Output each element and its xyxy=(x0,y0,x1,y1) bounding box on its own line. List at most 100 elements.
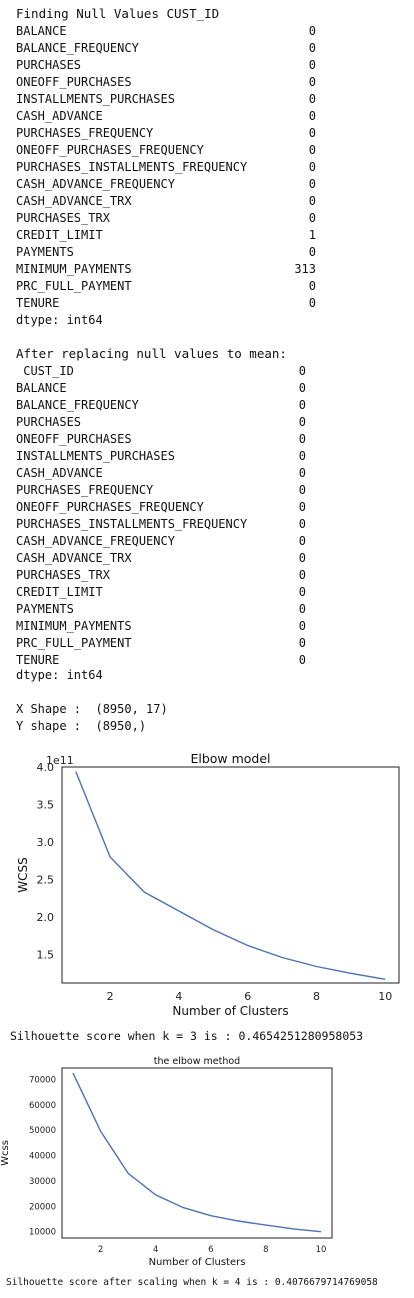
column-name: CREDIT_LIMIT xyxy=(16,228,103,242)
plot-frame xyxy=(61,766,400,984)
null-count: 0 xyxy=(308,58,316,72)
y-axis-label: Wcss xyxy=(0,1140,11,1166)
null-count: 0 xyxy=(298,449,306,463)
x-shape-output: X Shape : (8950, 17) xyxy=(16,702,168,716)
column-name: CREDIT_LIMIT xyxy=(16,585,103,599)
null-count: 0 xyxy=(298,466,306,480)
plot-frame xyxy=(61,1067,333,1239)
y-tick-label: 40000 xyxy=(29,1152,56,1162)
y-axis-label: WCSS xyxy=(16,857,30,892)
column-name: PAYMENTS xyxy=(16,245,74,259)
column-name: ONEOFF_PURCHASES xyxy=(16,75,132,89)
x-axis-label: Number of Clusters xyxy=(172,1004,288,1018)
column-name: PURCHASES xyxy=(16,58,82,72)
after-replace-header: After replacing null values to mean: xyxy=(16,346,287,361)
series-line xyxy=(72,1072,322,1233)
null-count: 0 xyxy=(298,653,306,667)
chart-title: the elbow method xyxy=(154,1056,240,1067)
y-tick-label: 2.5 xyxy=(37,873,55,886)
y-tick-label: 30000 xyxy=(29,1177,56,1187)
column-name: PURCHASES xyxy=(16,415,82,429)
y-tick-label: 20000 xyxy=(29,1202,56,1212)
silhouette-score-1: Silhouette score when k = 3 is : 0.46542… xyxy=(10,1029,364,1043)
column-name: PURCHASES_FREQUENCY xyxy=(16,483,154,497)
elbow-model-chart: Elbow model2 4 6 8 101.52.02.53.03.54.01e11N… xyxy=(16,751,400,1018)
column-name: TENURE xyxy=(16,296,60,310)
null-count: 0 xyxy=(298,381,306,395)
column-name: CASH_ADVANCE_FREQUENCY xyxy=(16,534,175,548)
x-tick-label: 10 xyxy=(316,1245,327,1255)
null-count: 0 xyxy=(308,245,316,259)
column-name: INSTALLMENTS_PURCHASES xyxy=(16,449,175,463)
column-name: CASH_ADVANCE xyxy=(16,109,103,123)
x-tick-label: 10 xyxy=(378,990,392,1003)
null-count: 0 xyxy=(298,432,306,446)
y-shape-output: Y shape : (8950,) xyxy=(16,719,147,733)
column-name: BALANCE xyxy=(16,381,67,395)
y-tick-label: 50000 xyxy=(29,1126,56,1136)
column-name: PRC_FULL_PAYMENT xyxy=(16,279,132,293)
chart-title: Elbow model xyxy=(190,751,270,766)
null-count: 0 xyxy=(308,75,316,89)
y-offset-label: 1e11 xyxy=(46,754,74,767)
column-name: BALANCE_FREQUENCY xyxy=(16,41,139,55)
null-values-header: Finding Null Values CUST_ID xyxy=(16,6,220,21)
column-name: PURCHASES_INSTALLMENTS_FREQUENCY xyxy=(16,517,248,531)
null-count: 0 xyxy=(298,364,306,378)
null-count: 0 xyxy=(308,126,316,140)
y-tick-label: 10000 xyxy=(29,1228,56,1238)
x-tick-label: 2 xyxy=(107,990,114,1003)
null-count: 0 xyxy=(298,585,306,599)
column-name: MINIMUM_PAYMENTS xyxy=(16,619,132,633)
null-count: 0 xyxy=(298,398,306,412)
column-name: INSTALLMENTS_PURCHASES xyxy=(16,92,175,106)
null-count: 1 xyxy=(308,228,316,242)
x-tick-label: 2 xyxy=(98,1245,103,1255)
series-line xyxy=(75,771,386,980)
null-count: 0 xyxy=(308,24,316,38)
elbow-method-chart: the elbow method 2 4 6 8 10 10000 20000 30000 400… xyxy=(0,1056,333,1268)
x-tick-label: 6 xyxy=(244,990,251,1003)
silhouette-score-2: Silhouette score after scaling when k = … xyxy=(6,1277,378,1288)
null-count: 0 xyxy=(308,194,316,208)
y-tick-label: 3.5 xyxy=(37,798,55,811)
column-name: PURCHASES_INSTALLMENTS_FREQUENCY xyxy=(16,160,248,174)
x-tick-label: 4 xyxy=(175,990,182,1003)
column-name: CASH_ADVANCE xyxy=(16,466,103,480)
column-name: PAYMENTS xyxy=(16,602,74,616)
x-tick-label: 8 xyxy=(313,990,320,1003)
column-name: BALANCE_FREQUENCY xyxy=(16,398,139,412)
null-count: 0 xyxy=(298,551,306,565)
column-name: PURCHASES_TRX xyxy=(16,568,110,582)
null-count: 0 xyxy=(308,296,316,310)
y-tick-label: 1.5 xyxy=(37,948,55,961)
y-tick-label: 70000 xyxy=(29,1075,56,1085)
column-name: ONEOFF_PURCHASES xyxy=(16,432,132,446)
x-tick-label: 4 xyxy=(153,1245,158,1255)
null-count: 0 xyxy=(308,143,316,157)
column-name: ONEOFF_PURCHASES_FREQUENCY xyxy=(16,500,204,514)
null-count: 0 xyxy=(298,483,306,497)
null-count: 0 xyxy=(308,109,316,123)
null-count: 0 xyxy=(308,279,316,293)
null-count: 0 xyxy=(298,619,306,633)
column-name: PURCHASES_TRX xyxy=(16,211,110,225)
null-count: 0 xyxy=(298,415,306,429)
null-count: 0 xyxy=(298,568,306,582)
y-tick-label: 60000 xyxy=(29,1101,56,1111)
column-name: ONEOFF_PURCHASES_FREQUENCY xyxy=(16,143,204,157)
column-name: CASH_ADVANCE_FREQUENCY xyxy=(16,177,175,191)
column-name: PURCHASES_FREQUENCY xyxy=(16,126,154,140)
null-count: 0 xyxy=(298,534,306,548)
column-name: TENURE xyxy=(16,653,60,667)
column-name: PRC_FULL_PAYMENT xyxy=(16,636,132,650)
column-name: BALANCE xyxy=(16,24,67,38)
dtype-label-2: dtype: int64 xyxy=(16,668,103,682)
x-tick-label: 6 xyxy=(208,1245,213,1255)
x-axis-label: Number of Clusters xyxy=(149,1257,246,1268)
column-name: CASH_ADVANCE_TRX xyxy=(16,194,132,208)
x-tick-label: 8 xyxy=(263,1245,268,1255)
null-count: 0 xyxy=(308,160,316,174)
column-name: CASH_ADVANCE_TRX xyxy=(16,551,132,565)
null-count: 0 xyxy=(298,636,306,650)
